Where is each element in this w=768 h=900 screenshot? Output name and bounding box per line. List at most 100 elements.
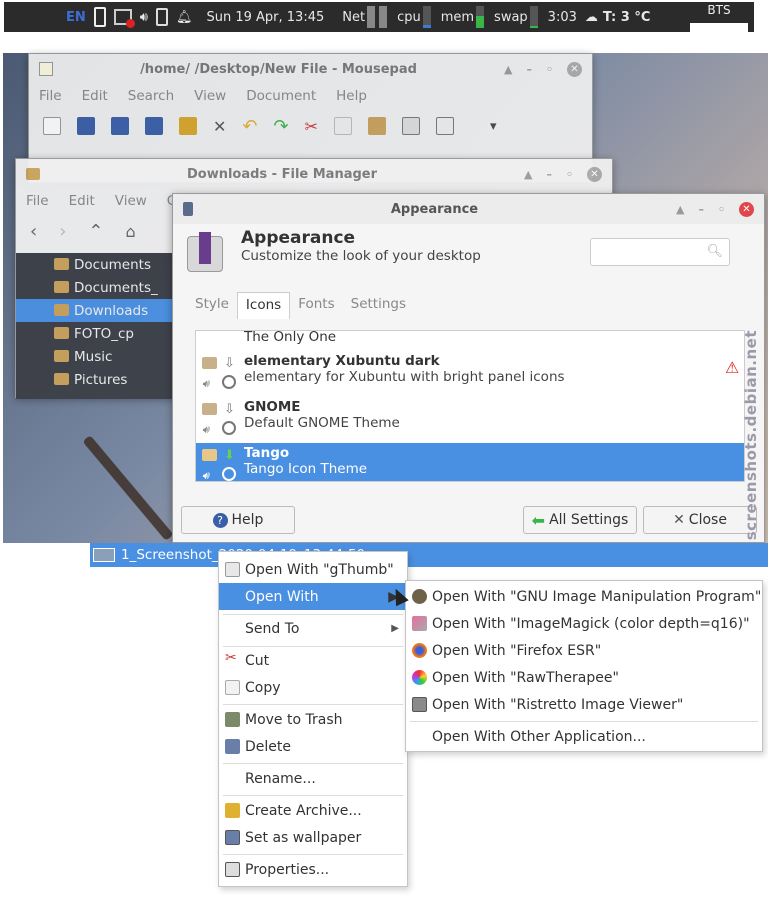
weather[interactable]: ☁︎ T: 3 °C <box>581 2 655 32</box>
swap-load[interactable]: swap <box>490 2 544 32</box>
cpu-load[interactable]: cpu <box>393 2 437 32</box>
cut-icon[interactable]: ✂︎ <box>305 117 318 136</box>
menu-document[interactable]: Document <box>236 88 326 104</box>
menu-item-open-gthumb[interactable]: Open With "gThumb" <box>219 556 407 583</box>
close-x-icon: ✕ <box>673 512 685 528</box>
redo-icon[interactable]: ↷ <box>274 116 289 137</box>
up-icon[interactable]: ⌃ <box>88 221 103 242</box>
shade-icon[interactable]: ▲ <box>676 203 684 216</box>
clock[interactable]: Sun 19 Apr, 13:45 <box>196 2 328 32</box>
shade-icon[interactable]: ▲ <box>504 63 512 76</box>
submenu-item-other-application[interactable]: Open With Other Application... <box>406 723 762 750</box>
sidebar-item-documents-2[interactable]: Documents_ <box>16 276 176 299</box>
close-document-icon[interactable]: ✕ <box>213 117 226 136</box>
menu-item-properties[interactable]: Properties... <box>219 856 407 883</box>
save-icon[interactable] <box>111 117 129 135</box>
maximize-icon[interactable]: ◦ <box>546 63 553 76</box>
notification-bell-icon[interactable]: 🔔︎ <box>172 2 197 32</box>
tab-icons[interactable]: Icons <box>236 292 291 319</box>
menu-file[interactable]: File <box>16 193 59 209</box>
menu-file[interactable]: File <box>29 88 72 104</box>
bts-indicator[interactable]: BTS <box>688 2 750 32</box>
home-icon[interactable]: ⌂ <box>126 222 136 241</box>
list-item[interactable]: ⇩ 🔊︎ GNOME Default GNOME Theme <box>196 397 744 443</box>
sidebar-item-downloads[interactable]: Downloads <box>16 299 176 322</box>
minimize-icon[interactable]: – <box>546 168 552 181</box>
menu-view[interactable]: View <box>105 193 157 209</box>
folder-icon <box>54 258 69 270</box>
tab-settings[interactable]: Settings <box>343 292 414 319</box>
menu-help[interactable]: Help <box>326 88 377 104</box>
undo-icon[interactable]: ↶ <box>242 116 257 137</box>
menu-view[interactable]: View <box>184 88 236 104</box>
minimize-icon[interactable]: – <box>526 63 532 76</box>
menu-item-cut[interactable]: ✂︎ Cut <box>219 647 407 674</box>
reload-icon[interactable] <box>179 117 197 135</box>
close-button[interactable]: ✕ Close <box>643 506 757 534</box>
submenu-item-ristretto[interactable]: Open With "Ristretto Image Viewer" <box>406 691 762 718</box>
maximize-icon[interactable]: ◦ <box>566 168 573 181</box>
keyboard-layout[interactable]: EN <box>4 2 90 32</box>
save-as-icon[interactable] <box>145 117 163 135</box>
selected-file-row[interactable]: 1_Screenshot_2020-04-19_13-44-50.png <box>90 543 768 567</box>
submenu-item-gimp[interactable]: Open With "GNU Image Manipulation Progra… <box>406 583 762 610</box>
icon-theme-list[interactable]: The Only One ⇩ 🔊︎ elementary Xubuntu dark… <box>195 330 745 482</box>
menu-item-delete[interactable]: Delete <box>219 733 407 760</box>
back-icon[interactable]: ‹ <box>30 221 37 242</box>
sidebar-item-foto-cp[interactable]: FOTO_cp <box>16 322 176 345</box>
file-manager-titlebar[interactable]: Downloads - File Manager ▲ – ◦ ✕ <box>16 159 612 189</box>
submenu-item-firefox[interactable]: Open With "Firefox ESR" <box>406 637 762 664</box>
list-item[interactable]: The Only One <box>196 331 744 351</box>
mem-load[interactable]: mem <box>437 2 490 32</box>
open-file-icon[interactable] <box>77 117 95 135</box>
tab-style[interactable]: Style <box>187 292 237 319</box>
all-settings-button[interactable]: ⬅ All Settings <box>523 506 637 534</box>
network-disconnected-icon[interactable] <box>110 2 136 32</box>
minimize-icon[interactable]: – <box>698 203 704 216</box>
close-icon[interactable]: ✕ <box>567 61 582 77</box>
list-item-selected[interactable]: ⬇ 🔊︎ Tango Tango Icon Theme <box>196 443 744 481</box>
help-button[interactable]: ? Help <box>181 506 295 534</box>
sidebar-item-documents[interactable]: Documents <box>16 253 176 276</box>
menu-item-label: Open With "Ristretto Image Viewer" <box>432 696 684 713</box>
submenu-item-imagemagick[interactable]: Open With "ImageMagick (color depth=q16)… <box>406 610 762 637</box>
menu-edit[interactable]: Edit <box>72 88 118 104</box>
help-label: Help <box>231 512 264 528</box>
copy-icon[interactable] <box>334 117 352 135</box>
search-input[interactable]: 🔍︎ <box>590 238 730 266</box>
list-item[interactable]: ⇩ 🔊︎ elementary Xubuntu dark elementary f… <box>196 351 744 397</box>
menu-edit[interactable]: Edit <box>59 193 105 209</box>
menu-item-move-to-trash[interactable]: Move to Trash <box>219 706 407 733</box>
new-document-icon[interactable] <box>43 117 61 135</box>
bts-bar <box>690 23 748 32</box>
menu-item-open-with[interactable]: Open With ▶ <box>219 583 407 610</box>
net-load[interactable]: Net <box>328 2 393 32</box>
appearance-window[interactable]: Appearance ▲ – ◦ ✕ Appearance Customize the… <box>172 193 765 543</box>
find-icon[interactable] <box>402 117 420 135</box>
volume-icon[interactable]: 🔊︎ <box>136 2 152 32</box>
maximize-icon[interactable]: ◦ <box>718 203 725 216</box>
mousepad-titlebar[interactable]: /home/ /Desktop/New File - Mousepad ▲ – ◦ ✕ <box>29 54 592 84</box>
tab-fonts[interactable]: Fonts <box>290 292 342 319</box>
close-icon[interactable]: ✕ <box>587 166 602 182</box>
submenu-item-rawtherapee[interactable]: Open With "RawTherapee" <box>406 664 762 691</box>
shade-icon[interactable]: ▲ <box>524 168 532 181</box>
battery-time[interactable]: 3:03 <box>544 2 581 32</box>
forward-icon[interactable]: › <box>59 221 66 242</box>
paste-icon[interactable] <box>368 117 386 135</box>
clipboard-icon[interactable] <box>90 2 110 32</box>
close-icon[interactable]: ✕ <box>739 201 754 217</box>
menu-item-set-wallpaper[interactable]: Set as wallpaper <box>219 824 407 851</box>
menu-item-create-archive[interactable]: Create Archive... <box>219 797 407 824</box>
appearance-titlebar[interactable]: Appearance ▲ – ◦ ✕ <box>173 194 764 224</box>
sidebar-item-music[interactable]: Music <box>16 345 176 368</box>
browser-icon <box>222 375 236 389</box>
sidebar-item-pictures[interactable]: Pictures <box>16 368 176 391</box>
find-replace-icon[interactable] <box>436 117 454 135</box>
menu-item-send-to[interactable]: Send To ▶ <box>219 615 407 642</box>
power-manager-icon[interactable] <box>152 2 172 32</box>
menu-search[interactable]: Search <box>118 88 184 104</box>
menu-item-copy[interactable]: Copy <box>219 674 407 701</box>
toolbar-overflow-icon[interactable]: ▾ <box>490 119 497 134</box>
menu-item-rename[interactable]: Rename... <box>219 765 407 792</box>
